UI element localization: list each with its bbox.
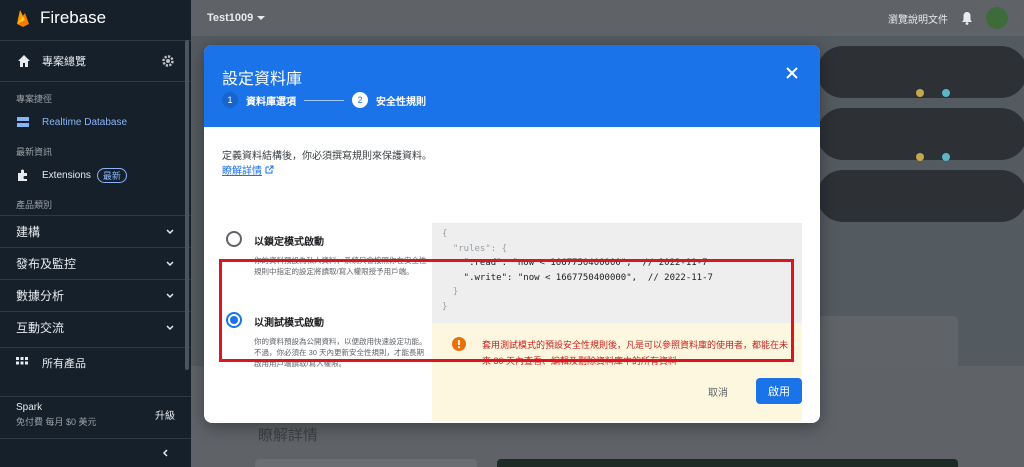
sidebar-group-release[interactable]: 發布及監控 [0,247,191,279]
sidebar-group-label: 數據分析 [16,289,65,303]
sidebar-item-realtime-database[interactable]: Realtime Database [0,109,191,135]
code-line: "rules": { [442,243,508,254]
setup-database-dialog: 設定資料庫 1 資料庫選項 2 安全性規則 定義資料結構後，你必須撰寫規則來保護… [204,45,820,423]
sidebar-all-products[interactable]: 所有產品 [0,347,191,377]
intro-text: 定義資料結構後，你必須撰寫規則來保護資料。 [222,151,432,162]
close-icon[interactable] [784,65,800,81]
plan-panel: Spark 免付費 每月 $0 美元 升級 [0,396,191,432]
annotation-highlight-box [219,259,794,362]
gear-icon[interactable] [161,54,175,68]
learn-more-label: 瞭解詳情 [222,166,262,177]
plan-name: Spark [16,401,43,413]
all-products-label: 所有產品 [42,357,86,370]
section-shortcuts: 專案捷徑 [16,94,53,104]
sidebar-group-label: 互動交流 [16,321,65,335]
step-1-label: 資料庫選項 [246,96,296,108]
chevron-down-icon [166,324,174,330]
chevron-down-icon [166,292,174,298]
sidebar-item-extensions[interactable]: Extensions 最新 [0,162,191,188]
project-selector[interactable]: Test1009 [207,12,266,24]
chevron-down-icon [166,228,174,234]
top-bar: Test1009 瀏覽說明文件 [191,0,1024,36]
step-2-number: 2 [352,92,368,108]
stepper: 1 資料庫選項 2 安全性規則 [222,92,426,108]
docs-link[interactable]: 瀏覽說明文件 [888,11,948,26]
locked-mode-title: 以鎖定模式啟動 [254,237,324,248]
background-card [255,459,477,467]
sidebar-group-label: 建構 [16,225,41,239]
sidebar-group-engage[interactable]: 互動交流 [0,311,191,343]
firebase-logo-icon [17,10,29,27]
collapse-sidebar-button[interactable] [0,438,191,467]
database-icon [17,117,29,127]
learn-more-link[interactable]: 瞭解詳情 [222,162,274,177]
sidebar-group-analytics[interactable]: 數據分析 [0,279,191,311]
sidebar-group-label: 發布及監控 [16,257,77,271]
home-icon [18,55,30,67]
external-link-icon [265,165,274,174]
chevron-left-icon [162,449,168,457]
avatar[interactable] [986,7,1008,29]
caret-down-icon [257,16,266,20]
sidebar-item-label: Realtime Database [42,116,128,128]
locked-mode-radio[interactable] [226,231,242,247]
bell-icon[interactable] [960,11,974,25]
plan-price: 免付費 每月 $0 美元 [16,416,97,427]
project-overview-label: 專案總覽 [42,56,86,68]
step-connector [304,99,344,101]
step-2-label: 安全性規則 [376,96,426,108]
upgrade-button[interactable]: 升級 [155,407,175,422]
cancel-button[interactable]: 取消 [696,381,740,401]
section-categories: 產品類別 [16,200,53,210]
sidebar-scrollbar[interactable] [185,40,189,370]
sidebar-item-label: Extensions [42,169,91,181]
dialog-title: 設定資料庫 [222,71,303,88]
new-badge: 最新 [96,167,127,183]
project-overview[interactable]: 專案總覽 [0,40,191,82]
brand-name: Firebase [40,8,107,27]
sidebar-group-build[interactable]: 建構 [0,215,191,247]
background-card [497,459,958,467]
chevron-down-icon [166,260,174,266]
sidebar: Firebase 專案總覽 專案捷徑 Realtime Database 最新資… [0,0,191,467]
section-whats-new: 最新資訊 [16,147,53,157]
background-card [818,316,958,368]
step-1-number: 1 [222,92,238,108]
dialog-header: 設定資料庫 1 資料庫選項 2 安全性規則 [204,45,820,127]
grid-icon [16,356,28,364]
learn-more-heading: 瞭解詳情 [258,427,319,444]
extensions-icon [18,169,27,181]
project-name: Test1009 [207,12,254,24]
enable-button[interactable]: 啟用 [756,378,802,404]
brand-bar[interactable]: Firebase [0,0,191,36]
code-line: { [442,229,448,239]
